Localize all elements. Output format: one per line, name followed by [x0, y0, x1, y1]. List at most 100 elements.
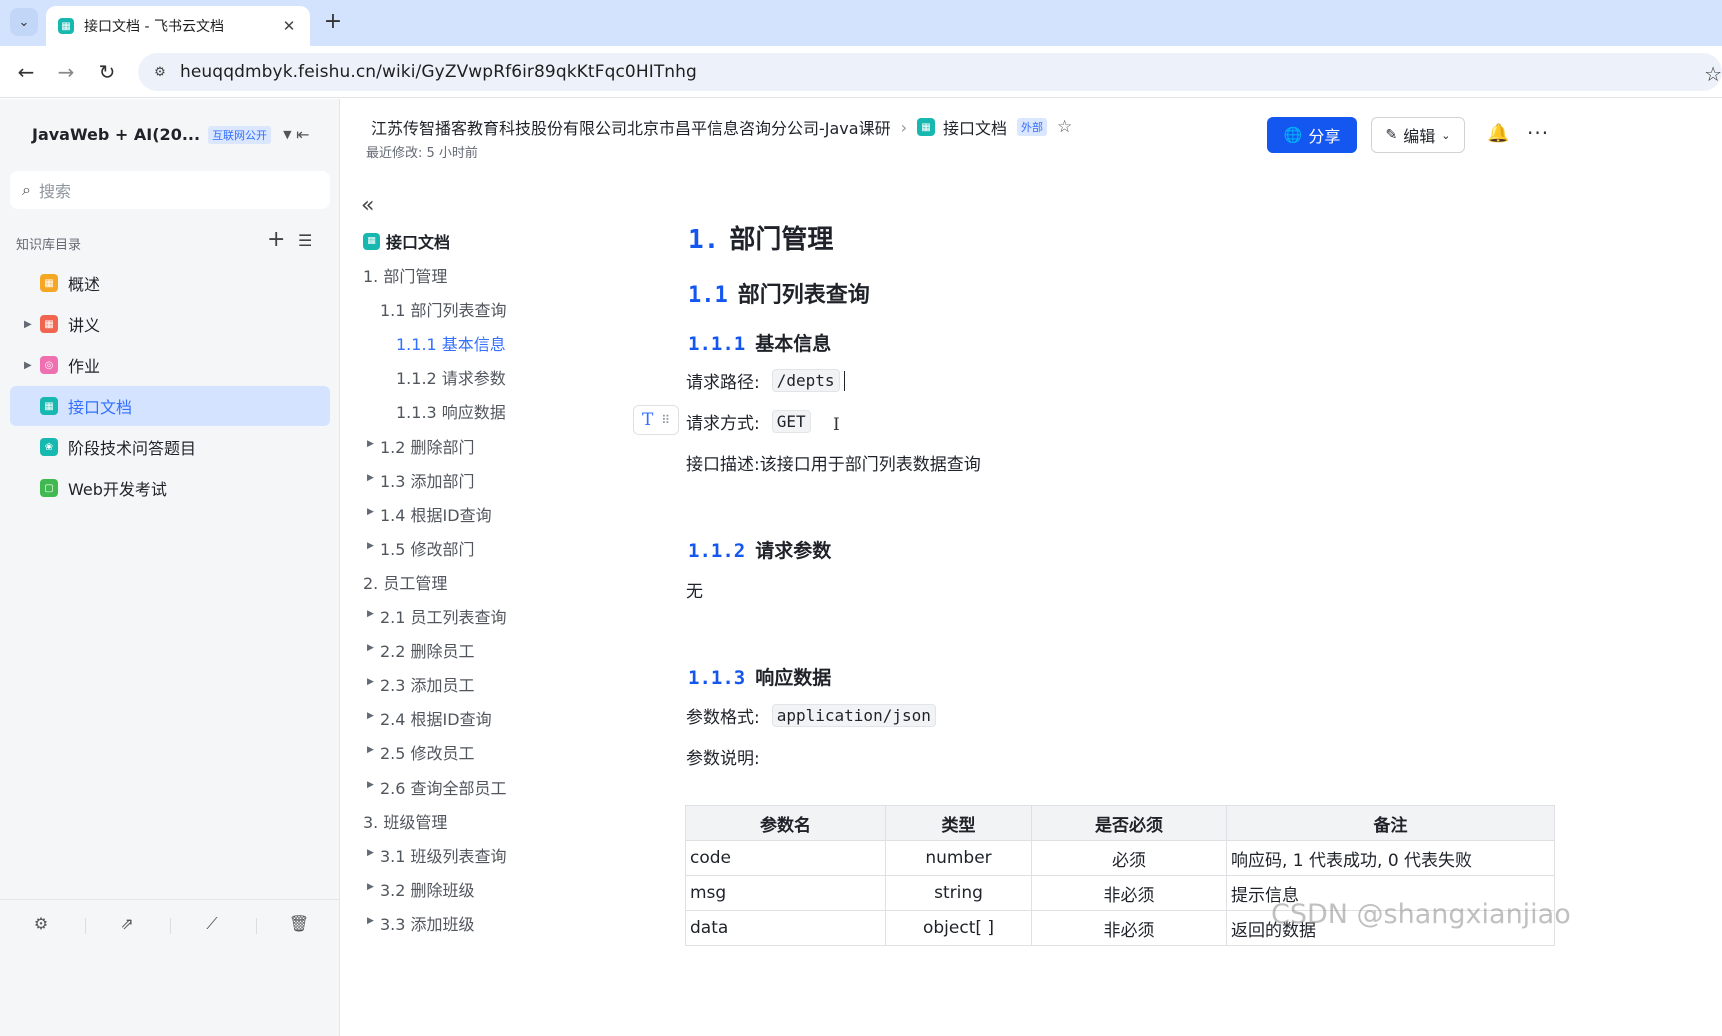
new-tab-plus-icon[interactable]: + [320, 10, 346, 34]
outline-item[interactable]: 1.1.3 响应数据 [396, 399, 506, 423]
sidebar-item-overview[interactable]: ▦ 概述 [10, 263, 330, 303]
outline-item[interactable]: 2.3 添加员工 [380, 672, 475, 696]
outline-item[interactable]: 1.1 部门列表查询 [380, 297, 507, 321]
format-line[interactable]: 参数格式: application/json [686, 703, 936, 728]
block-handle[interactable]: T ⠿ [633, 405, 679, 435]
outline-item[interactable]: 3.1 班级列表查询 [380, 843, 507, 867]
format-code: application/json [771, 704, 936, 727]
table-cell[interactable]: number [885, 840, 1032, 876]
table-cell[interactable]: 必须 [1031, 840, 1227, 876]
expand-arrow-icon[interactable]: ▶ [367, 473, 374, 483]
sidebar-item-tech-qa[interactable]: ❀ 阶段技术问答题目 [10, 427, 330, 467]
outline-item[interactable]: 2.6 查询全部员工 [380, 775, 507, 799]
expand-arrow-icon[interactable]: ▶ [367, 507, 374, 517]
wiki-space-header[interactable]: JavaWeb + AI(20... 互联网公开 ▼ [32, 125, 292, 144]
tab-close-icon[interactable]: ✕ [280, 17, 298, 35]
bookmark-star-icon[interactable]: ☆ [1704, 62, 1722, 86]
sidebar-item-handouts[interactable]: ▶ ▦ 讲义 [10, 304, 330, 344]
sidebar-item-homework[interactable]: ▶ ◎ 作业 [10, 345, 330, 385]
table-cell[interactable]: string [885, 875, 1032, 911]
trash-icon[interactable]: 🗑 [287, 914, 311, 933]
expand-arrow-icon[interactable]: ▶ [367, 677, 374, 687]
table-cell[interactable]: object[ ] [885, 910, 1032, 946]
breadcrumb-org[interactable]: 江苏传智播客教育科技股份有限公司北京市昌平信息咨询分公司-Java课研 [371, 115, 891, 139]
expand-arrow-icon[interactable]: ▶ [367, 780, 374, 790]
heading-3-request-params: 1.1.2 请求参数 [688, 540, 832, 562]
external-badge: 外部 [1017, 118, 1047, 136]
caret-down-icon[interactable]: ▼ [283, 128, 291, 141]
sidebar-item-api-docs[interactable]: ▦ 接口文档 [10, 386, 330, 426]
table-cell[interactable]: 响应码, 1 代表成功, 0 代表失败 [1226, 840, 1555, 876]
drag-grip-icon[interactable]: ⠿ [661, 413, 670, 427]
expand-arrow-icon[interactable]: ▶ [367, 439, 374, 449]
notification-bell-icon[interactable]: 🔔 [1487, 123, 1509, 144]
expand-arrow-icon[interactable]: ▶ [367, 882, 374, 892]
sidebar-item-label: 阶段技术问答题目 [68, 439, 197, 458]
expand-arrow-icon[interactable]: ▶ [367, 848, 374, 858]
table-cell[interactable]: data [685, 910, 886, 946]
outline-item[interactable]: 1.5 修改部门 [380, 536, 475, 560]
expand-arrow-icon[interactable]: ▶ [367, 711, 374, 721]
sidebar-search-input[interactable]: ⌕ 搜索 [10, 171, 330, 209]
list-menu-icon[interactable]: ☰ [298, 231, 312, 250]
table-cell[interactable]: 非必须 [1031, 910, 1227, 946]
edit-label: 编辑 [1403, 127, 1436, 146]
expand-arrow-icon[interactable]: ▶ [367, 745, 374, 755]
outline-item[interactable]: 2.4 根据ID查询 [380, 706, 492, 730]
globe-icon: 🌐 [1283, 126, 1303, 144]
table-cell[interactable]: msg [685, 875, 886, 911]
outline-item[interactable]: 1. 部门管理 [363, 263, 447, 287]
site-settings-icon[interactable]: ⚙ [150, 62, 170, 82]
sidebar-item-web-exam[interactable]: ▢ Web开发考试 [10, 468, 330, 508]
outline-item[interactable]: 1.4 根据ID查询 [380, 502, 492, 526]
collapse-sidebar-icon[interactable]: ⇤ [296, 125, 309, 144]
outline-item[interactable]: 1.2 删除部门 [380, 434, 475, 458]
outline-item[interactable]: 1.3 添加部门 [380, 468, 475, 492]
table-cell[interactable]: 非必须 [1031, 875, 1227, 911]
tab-search-chevron-icon[interactable]: ⌄ [10, 8, 38, 36]
column-header: 类型 [885, 805, 1032, 841]
favorite-star-icon[interactable]: ☆ [1057, 117, 1072, 137]
table-header-row: 参数名 类型 是否必须 备注 [685, 805, 1555, 841]
expand-arrow-icon[interactable]: ▶ [367, 541, 374, 551]
no-params-text[interactable]: 无 [686, 577, 703, 602]
share-button[interactable]: 🌐 分享 [1267, 117, 1357, 153]
reload-icon[interactable]: ↻ [93, 58, 121, 86]
web-exam-doc-icon: ▢ [40, 479, 58, 497]
outline-item[interactable]: 2.5 修改员工 [380, 740, 475, 764]
expand-arrow-icon[interactable]: ▶ [367, 609, 374, 619]
analytics-chart-icon[interactable]: ⟋ [200, 914, 224, 934]
expand-arrow-icon[interactable]: ▶ [24, 319, 32, 330]
expand-arrow-icon[interactable]: ▶ [367, 643, 374, 653]
request-method-line[interactable]: 请求方式: GET [686, 409, 811, 434]
browser-tab[interactable]: ▦ 接口文档 - 飞书云文档 ✕ [46, 6, 310, 46]
expand-arrow-icon[interactable]: ▶ [367, 916, 374, 926]
expand-arrow-icon[interactable]: ▶ [24, 360, 32, 371]
outline-item[interactable]: 2. 员工管理 [363, 570, 447, 594]
request-path-line[interactable]: 请求路径: /depts [686, 368, 845, 393]
outline-item[interactable]: 3.3 添加班级 [380, 911, 475, 935]
back-arrow-icon[interactable]: ← [12, 58, 40, 86]
api-description[interactable]: 接口描述:该接口用于部门列表数据查询 [686, 450, 981, 475]
more-options-icon[interactable]: ··· [1527, 121, 1549, 145]
address-bar[interactable]: ⚙ heuqqdmbyk.feishu.cn/wiki/GyZVwpRf6ir8… [138, 53, 1722, 91]
settings-gear-icon[interactable]: ⚙ [29, 914, 53, 933]
params-desc-label[interactable]: 参数说明: [686, 744, 760, 769]
outline-item[interactable]: 1.1.2 请求参数 [396, 365, 506, 389]
outline-item[interactable]: 3. 班级管理 [363, 809, 447, 833]
outline-item[interactable]: 2.2 删除员工 [380, 638, 475, 662]
text-cursor [843, 370, 845, 391]
heading-1: 1. 部门管理 [688, 225, 834, 255]
outline-item[interactable]: 1.1.1 基本信息 [396, 331, 506, 355]
edit-mode-button[interactable]: ✎ 编辑 ⌄ [1371, 117, 1465, 153]
outline-item[interactable]: 3.2 删除班级 [380, 877, 475, 901]
collapse-outline-icon[interactable]: « [361, 193, 374, 218]
outline-doc-title[interactable]: ▦ 接口文档 [363, 229, 450, 253]
overview-doc-icon: ▦ [40, 274, 58, 292]
outline-item[interactable]: 2.1 员工列表查询 [380, 604, 507, 628]
share-export-icon[interactable]: ⇗ [115, 914, 139, 933]
breadcrumb-doc-title[interactable]: 接口文档 [943, 115, 1007, 139]
forward-arrow-icon[interactable]: → [52, 58, 80, 86]
table-cell[interactable]: code [685, 840, 886, 876]
add-page-icon[interactable]: + [267, 227, 285, 252]
